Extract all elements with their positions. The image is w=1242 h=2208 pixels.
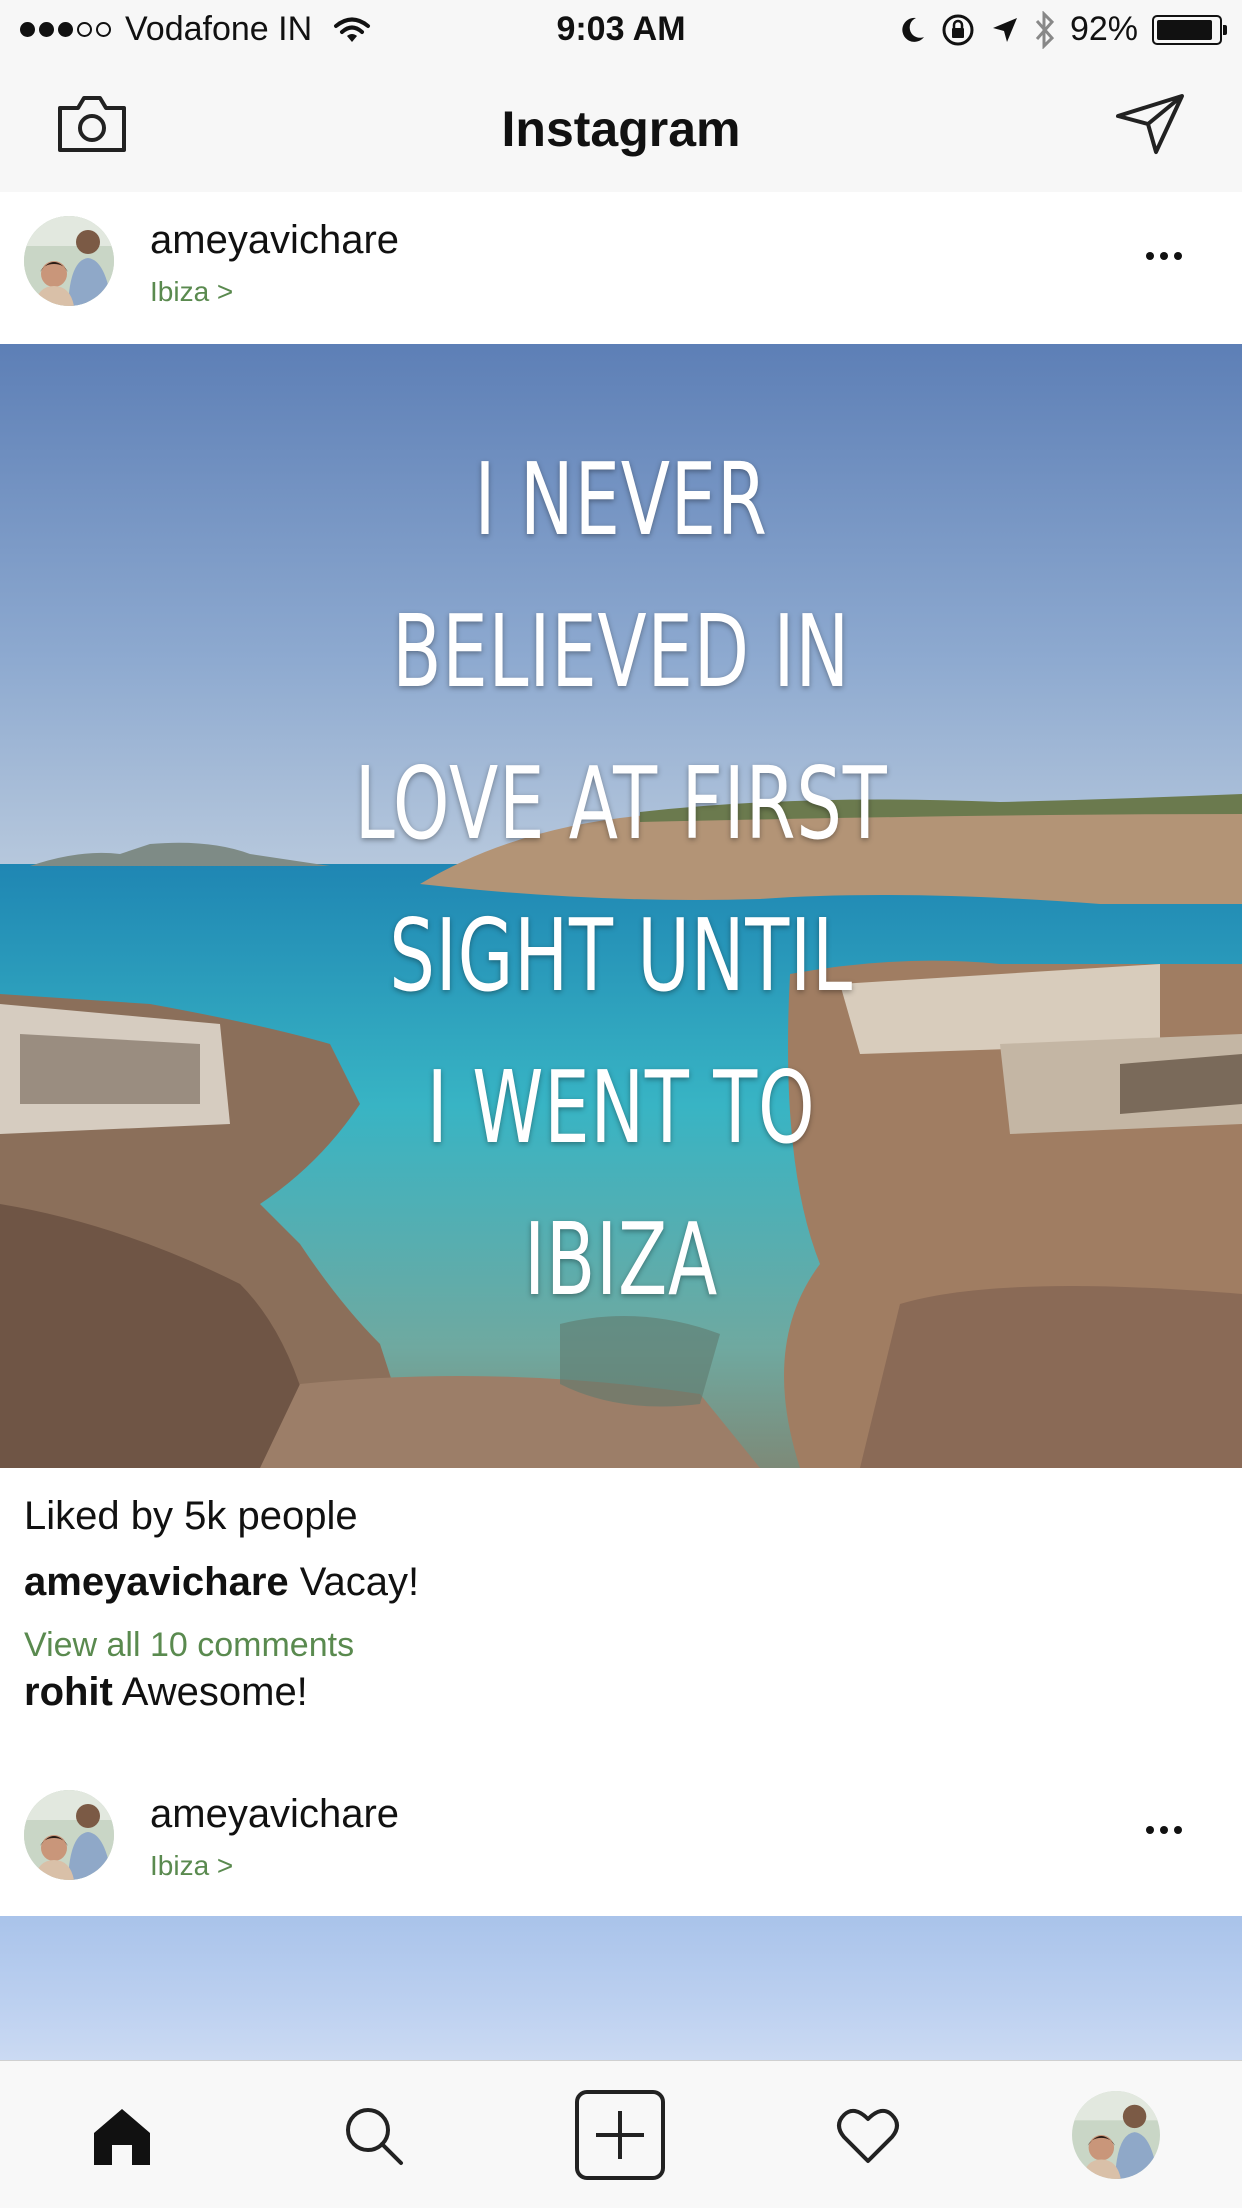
post-header: ameyavichare Ibiza > [0, 1766, 1242, 1916]
battery-percent: 92% [1069, 10, 1138, 48]
quote-line: SIGHT UNTIL [389, 897, 853, 1014]
moon-icon [902, 17, 924, 42]
post-caption: ameyavichare Vacay! [24, 1560, 419, 1605]
caption-username[interactable]: ameyavichare [24, 1560, 289, 1604]
view-comments-link[interactable]: View all 10 comments [24, 1626, 354, 1665]
post-username[interactable]: ameyavichare [150, 1792, 399, 1837]
quote-line: I WENT TO [426, 1049, 816, 1166]
avatar[interactable] [24, 216, 114, 306]
post-location[interactable]: Ibiza > [150, 1850, 233, 1882]
avatar[interactable] [24, 1790, 114, 1880]
post-image[interactable]: I NEVER BELIEVED IN LOVE AT FIRST SIGHT … [0, 344, 1242, 1468]
more-options-icon[interactable] [1134, 246, 1194, 266]
comment-text: Awesome! [112, 1670, 308, 1714]
more-options-icon[interactable] [1134, 1820, 1194, 1840]
battery-icon [1152, 14, 1227, 45]
quote-line: I NEVER [474, 441, 768, 558]
bluetooth-icon [1035, 10, 1054, 49]
search-icon[interactable] [313, 2061, 433, 2208]
post-header: ameyavichare Ibiza > [0, 192, 1242, 342]
home-icon[interactable] [62, 2061, 182, 2208]
post-footer: Liked by 5k people ameyavichare Vacay! V… [0, 1468, 1242, 1768]
nav-bar: Instagram [0, 62, 1242, 192]
post-username[interactable]: ameyavichare [150, 218, 399, 263]
quote-line: IBIZA [523, 1201, 719, 1318]
tab-bar [0, 2060, 1242, 2208]
status-icons: 92% [898, 10, 1227, 49]
comment-username[interactable]: rohit [24, 1670, 113, 1714]
direct-message-icon[interactable] [1114, 92, 1186, 156]
location-arrow-icon [992, 17, 1017, 42]
app-title: Instagram [501, 101, 741, 157]
post-image-quote: I NEVER BELIEVED IN LOVE AT FIRST SIGHT … [174, 424, 1068, 1336]
heart-icon[interactable] [808, 2061, 928, 2208]
comment: rohit Awesome! [24, 1670, 308, 1715]
caption-text: Vacay! [288, 1560, 420, 1604]
post-image[interactable] [0, 1916, 1242, 2060]
post-location[interactable]: Ibiza > [150, 276, 233, 308]
add-post-icon[interactable] [560, 2061, 680, 2208]
status-bar: Vodafone IN 9:03 AM 92% [0, 0, 1242, 62]
rotation-lock-icon [942, 14, 974, 45]
likes-count[interactable]: Liked by 5k people [24, 1494, 358, 1539]
quote-line: BELIEVED IN [392, 593, 850, 710]
quote-line: LOVE AT FIRST [354, 745, 888, 862]
profile-avatar[interactable] [1056, 2061, 1176, 2208]
